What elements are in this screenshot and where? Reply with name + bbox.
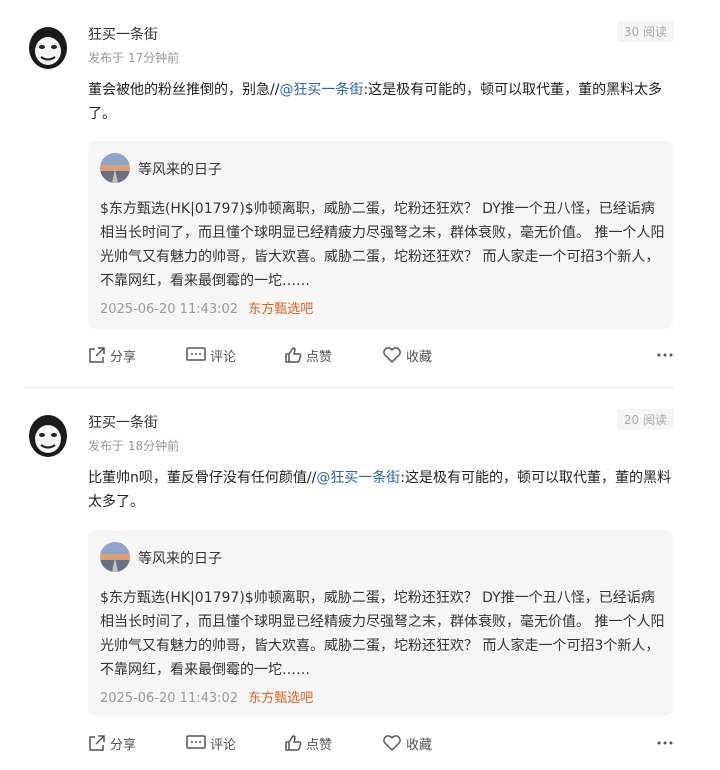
more-button[interactable] (656, 731, 678, 755)
share-label: 分享 (110, 737, 137, 753)
post-card: 狂买一条街 发布于 17分钟前 30 阅读 董会被他的粉丝推倒的，别急//@狂买… (0, 0, 720, 388)
share-icon (89, 347, 105, 363)
more-button[interactable] (656, 343, 678, 367)
quoted-post[interactable]: 等风来的日子 $东方甄选(HK|01797)$帅顿离职，威胁二蛋，坨粉还狂欢？ … (88, 530, 673, 716)
user-avatar[interactable] (24, 412, 72, 460)
post-time: 发布于 18分钟前 (88, 439, 180, 453)
quoted-meta: 2025-06-20 11:43:02 东方甄选吧 (100, 687, 313, 706)
mention-link[interactable]: @狂买一条街 (316, 470, 400, 486)
quoted-user-name[interactable]: 等风来的日子 (138, 548, 222, 568)
heart-icon (383, 347, 401, 363)
read-count-badge: 30 阅读 (616, 21, 674, 42)
share-button[interactable]: 分享 (88, 731, 136, 755)
heart-icon (383, 735, 401, 751)
user-avatar[interactable] (24, 24, 72, 72)
comment-label: 评论 (210, 737, 237, 753)
share-button[interactable]: 分享 (88, 343, 136, 367)
more-icon (657, 353, 673, 357)
comment-label: 评论 (210, 349, 237, 365)
comment-icon (186, 735, 206, 749)
post-feed: 狂买一条街 发布于 17分钟前 30 阅读 董会被他的粉丝推倒的，别急//@狂买… (0, 0, 720, 770)
quoted-user-avatar[interactable] (100, 153, 130, 183)
quoted-date: 2025-06-20 11:43:02 (100, 691, 239, 706)
collect-button[interactable]: 收藏 (382, 343, 432, 367)
share-label: 分享 (110, 349, 137, 365)
post-body: 比董帅n呗，董反骨仔没有任何颜值//@狂买一条街:这是极有可能的，顿可以取代董，… (88, 466, 678, 514)
read-count-badge: 20 阅读 (616, 409, 674, 430)
action-bar: 分享 评论 点赞 收藏 (88, 343, 678, 367)
comment-icon (186, 347, 206, 361)
collect-label: 收藏 (406, 349, 433, 365)
thumbs-up-icon (285, 347, 302, 363)
collect-label: 收藏 (406, 737, 433, 753)
quoted-post[interactable]: 等风来的日子 $东方甄选(HK|01797)$帅顿离职，威胁二蛋，坨粉还狂欢？ … (88, 141, 673, 329)
more-icon (657, 741, 673, 745)
collect-button[interactable]: 收藏 (382, 731, 432, 755)
quoted-meta: 2025-06-20 11:43:02 东方甄选吧 (100, 298, 313, 317)
post-time: 发布于 17分钟前 (88, 51, 180, 65)
share-icon (89, 735, 105, 751)
quoted-forum-link[interactable]: 东方甄选吧 (248, 691, 313, 706)
like-label: 点赞 (306, 349, 333, 365)
quoted-user-avatar[interactable] (100, 542, 130, 572)
quoted-text: $东方甄选(HK|01797)$帅顿离职，威胁二蛋，坨粉还狂欢？ DY推一个丑八… (100, 590, 665, 678)
post-card: 狂买一条街 发布于 18分钟前 20 阅读 比董帅n呗，董反骨仔没有任何颜值//… (0, 388, 720, 770)
quoted-forum-link[interactable]: 东方甄选吧 (248, 302, 313, 317)
like-label: 点赞 (306, 737, 333, 753)
body-prefix: 董会被他的粉丝推倒的，别急// (88, 82, 280, 98)
quoted-user-name[interactable]: 等风来的日子 (138, 159, 222, 179)
comment-button[interactable]: 评论 (186, 731, 236, 755)
comment-button[interactable]: 评论 (186, 343, 236, 367)
like-button[interactable]: 点赞 (284, 731, 332, 755)
like-button[interactable]: 点赞 (284, 343, 332, 367)
post-body: 董会被他的粉丝推倒的，别急//@狂买一条街:这是极有可能的，顿可以取代董，董的黑… (88, 78, 678, 126)
author-name[interactable]: 狂买一条街 (88, 24, 158, 44)
body-prefix: 比董帅n呗，董反骨仔没有任何颜值// (88, 470, 317, 486)
quoted-text: $东方甄选(HK|01797)$帅顿离职，威胁二蛋，坨粉还狂欢？ DY推一个丑八… (100, 201, 665, 289)
quoted-date: 2025-06-20 11:43:02 (100, 302, 239, 317)
thumbs-up-icon (285, 735, 302, 751)
author-name[interactable]: 狂买一条街 (88, 412, 158, 432)
mention-link[interactable]: @狂买一条街 (279, 82, 363, 98)
action-bar: 分享 评论 点赞 收藏 (88, 731, 678, 755)
